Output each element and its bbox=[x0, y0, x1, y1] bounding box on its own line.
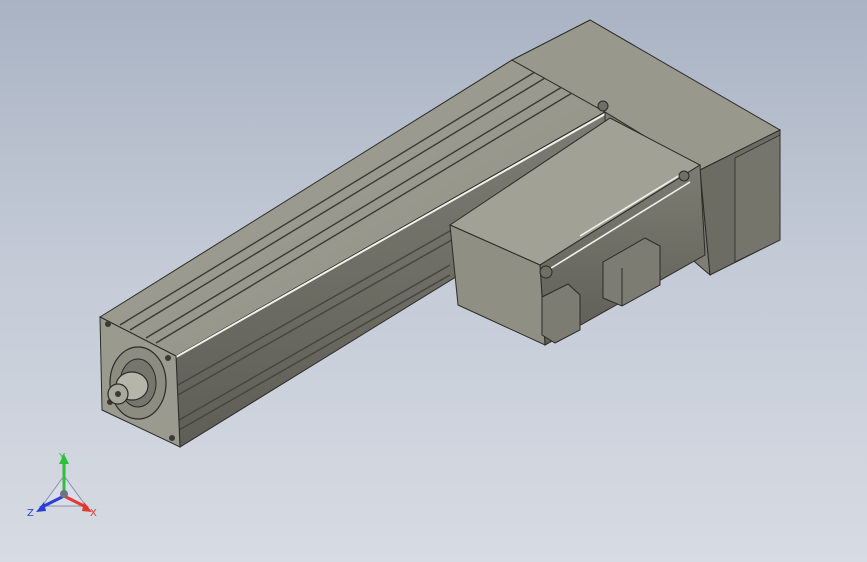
y-axis-label: Y bbox=[58, 452, 66, 463]
mount-hole bbox=[169, 435, 175, 441]
axis-triad: Y X Z bbox=[27, 452, 97, 519]
x-axis-label: X bbox=[90, 508, 97, 519]
triad-origin bbox=[60, 490, 68, 498]
mount-hole bbox=[165, 355, 171, 361]
motor-boss bbox=[597, 100, 609, 112]
linear-actuator-model[interactable] bbox=[0, 0, 867, 562]
motor-boss bbox=[539, 265, 553, 279]
motor-boss bbox=[678, 170, 690, 182]
z-axis-label: Z bbox=[27, 508, 34, 519]
mount-hole bbox=[105, 321, 111, 327]
shaft-center-hole bbox=[115, 391, 121, 397]
graphics-viewport[interactable]: Y X Z bbox=[0, 0, 867, 562]
